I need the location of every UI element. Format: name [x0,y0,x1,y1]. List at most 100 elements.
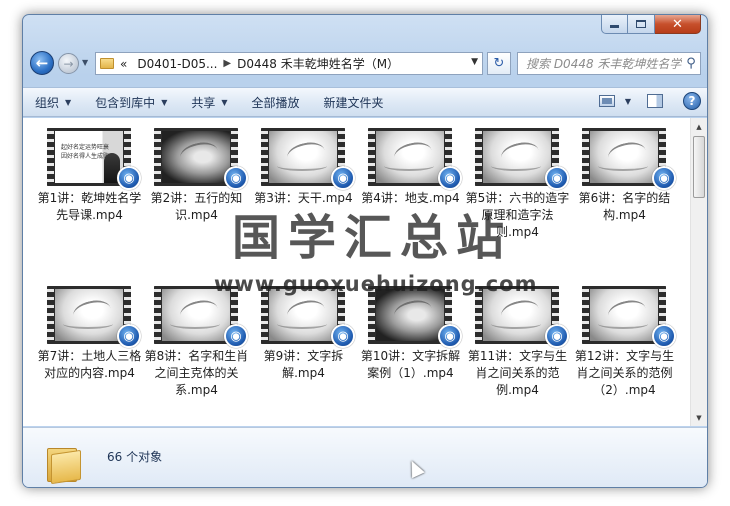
file-name: 第6讲：名字的结构.mp4 [578,191,671,222]
file-name: 第11讲：文字与生肖之间关系的范例.mp4 [467,349,568,397]
media-player-badge-icon: ◉ [652,166,676,190]
new-folder-label: 新建文件夹 [323,95,384,110]
include-in-library-menu[interactable]: 包含到库中 ▼ [83,94,179,111]
thumbnail-frame [55,289,123,341]
address-dropdown-icon[interactable]: ▼ [471,57,478,67]
file-name: 第8讲：名字和生肖之间主克体的关系.mp4 [144,349,249,397]
back-arrow-icon: ← [35,54,49,72]
play-all-label: 全部播放 [251,95,300,110]
address-bar[interactable]: « D0401-D05... ▶ D0448 禾丰乾坤姓名学（M） ▼ [95,52,483,75]
media-player-badge-icon: ◉ [331,324,355,348]
thumbnail-frame [483,289,551,341]
ink-stroke [277,161,327,171]
address-bar-row: ← → ▼ « D0401-D05... ▶ D0448 禾丰乾坤姓名学（M） … [27,47,703,79]
organize-menu[interactable]: 组织 ▼ [23,94,83,111]
file-name: 第9讲：文字拆解.mp4 [263,349,344,380]
chevron-down-icon: ▼ [161,97,168,107]
refresh-icon: ↻ [493,56,505,71]
organize-label: 组织 [35,95,60,110]
ink-stroke [392,297,434,327]
ink-stroke [170,319,220,329]
ink-stroke [491,319,541,329]
search-input[interactable]: 搜索 D0448 禾丰乾坤姓名学（... [526,55,682,72]
media-player-badge-icon: ◉ [438,324,462,348]
caption-buttons: ✕ [601,15,701,34]
media-player-badge-icon: ◉ [224,166,248,190]
media-player-badge-icon: ◉ [224,324,248,348]
include-in-library-label: 包含到库中 [95,95,156,110]
thumbnail-frame: 起好名定运势旺衰 因好名得人生成败? [55,131,123,183]
minimize-icon [610,25,619,28]
vertical-scrollbar[interactable]: ▲ ▼ [690,118,707,426]
folder-icon [47,444,81,485]
media-player-badge-icon: ◉ [117,324,141,348]
scroll-up-icon[interactable]: ▲ [691,118,707,135]
recent-pages-dropdown[interactable]: ▼ [82,58,88,67]
file-name: 第1讲：乾坤姓名学先导课.mp4 [37,191,142,222]
change-view-icon[interactable] [598,95,615,107]
ink-stroke [598,319,648,329]
file-name: 第5讲：六书的造字原理和造字法则.mp4 [465,191,570,239]
breadcrumb-parent[interactable]: D0401-D05... [137,57,217,71]
scroll-down-icon[interactable]: ▼ [691,409,707,426]
help-icon[interactable]: ? [683,92,701,110]
forward-button[interactable]: → [58,53,79,74]
breadcrumb-overflow[interactable]: « [120,57,127,71]
ink-stroke [598,161,648,171]
play-all-button[interactable]: 全部播放 [240,94,312,111]
view-options-dropdown[interactable]: ▼ [625,97,631,106]
thumbnail-frame [590,131,658,183]
back-button[interactable]: ← [30,51,54,75]
breadcrumb-separator-icon[interactable]: ▶ [223,58,231,69]
thumbnail-frame [483,131,551,183]
file-name: 第4讲：地支.mp4 [361,191,460,205]
media-player-badge-icon: ◉ [331,166,355,190]
search-icon[interactable]: ⚲ [682,56,700,71]
toolbar-right: ▼ ? [598,92,701,110]
thumbnail-frame [269,131,337,183]
ink-stroke [491,161,541,171]
ink-stroke [178,139,220,169]
media-player-badge-icon: ◉ [117,166,141,190]
thumbnail-frame [162,131,230,183]
scrollbar-thumb[interactable] [693,136,705,198]
folder-icon [100,58,114,69]
refresh-button[interactable]: ↻ [487,52,511,75]
close-button[interactable]: ✕ [655,15,701,34]
ink-stroke [63,319,113,329]
file-list-pane: 起好名定运势旺衰 因好名得人生成败? ◉ 第1讲：乾坤姓名学先导课.mp4 ◉ … [23,118,707,426]
minimize-button[interactable] [601,15,628,34]
media-player-badge-icon: ◉ [545,166,569,190]
ink-stroke [277,319,327,329]
file-name: 第7讲：土地人三格对应的内容.mp4 [37,349,142,380]
explorer-window: ✕ ← → ▼ « D0401-D05... ▶ D0448 禾丰乾坤姓名学（M… [22,14,708,488]
preview-pane-icon[interactable] [647,94,663,108]
maximize-button[interactable] [628,15,655,34]
new-folder-button[interactable]: 新建文件夹 [312,94,396,111]
ink-stroke [384,161,434,171]
thumbnail-frame [590,289,658,341]
file-name: 第2讲：五行的知识.mp4 [150,191,243,222]
share-menu[interactable]: 共享 ▼ [179,94,239,111]
file-grid: 起好名定运势旺衰 因好名得人生成败? ◉ 第1讲：乾坤姓名学先导课.mp4 ◉ … [37,128,685,424]
file-name: 第12讲：文字与生肖之间关系的范例（2）.mp4 [574,349,675,397]
share-label: 共享 [191,95,216,110]
breadcrumb-current[interactable]: D0448 禾丰乾坤姓名学（M） [237,55,399,72]
maximize-icon [636,20,646,28]
search-box[interactable]: 搜索 D0448 禾丰乾坤姓名学（... ⚲ [517,52,701,75]
media-player-badge-icon: ◉ [652,324,676,348]
thumbnail-frame [162,289,230,341]
command-bar: 组织 ▼ 包含到库中 ▼ 共享 ▼ 全部播放 新建文件夹 ▼ ? [23,87,707,117]
forward-arrow-icon: → [63,56,74,71]
media-player-badge-icon: ◉ [438,166,462,190]
file-name: 第3讲：天干.mp4 [254,191,353,205]
chevron-down-icon: ▼ [221,97,228,107]
folder-front [51,449,81,485]
chevron-down-icon: ▼ [65,97,72,107]
close-icon: ✕ [672,16,683,32]
details-pane: 66 个对象 [23,427,707,487]
thumbnail-frame [269,289,337,341]
thumbnail-frame [376,131,444,183]
file-name: 第10讲：文字拆解案例（1）.mp4 [360,349,461,380]
media-player-badge-icon: ◉ [545,324,569,348]
